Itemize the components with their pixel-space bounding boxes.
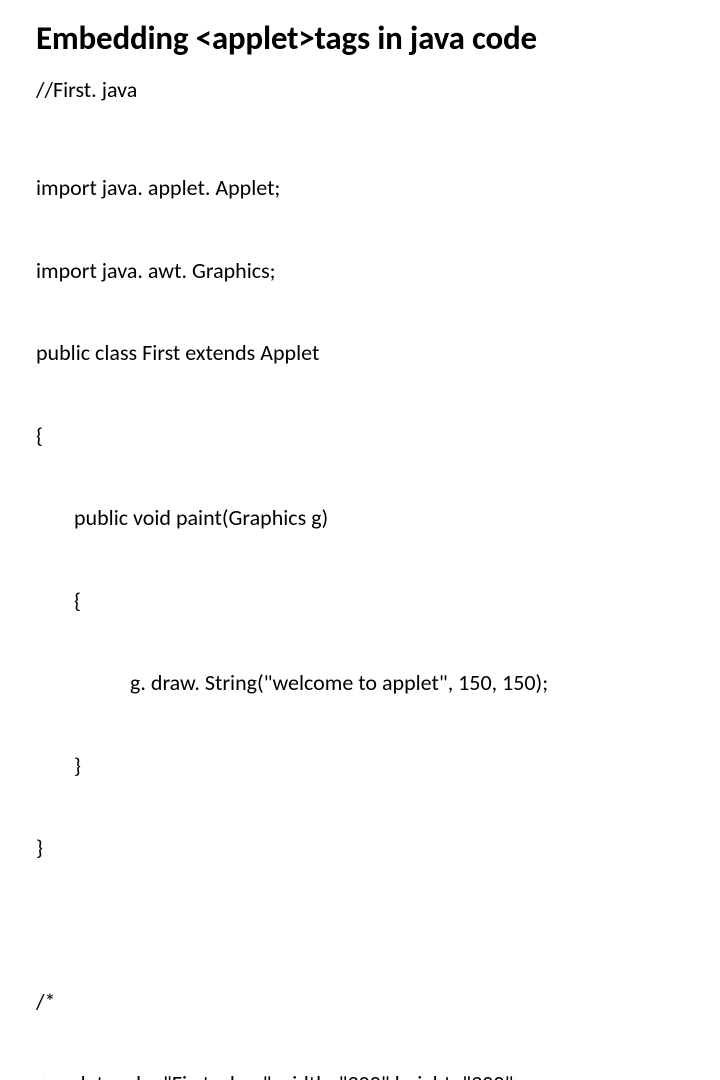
slide: Embedding <applet>tags in java code //Fi… [0,0,720,540]
code-line: { [36,422,684,450]
filename-comment: //First. java [36,76,684,103]
code-line: } [36,834,684,862]
code-block-applet-tag: /* <applet code="First. class" width="30… [36,933,684,1080]
code-line: import java. applet. Applet; [36,174,684,202]
code-line: import java. awt. Graphics; [36,257,684,285]
code-line: { [36,587,684,615]
code-line: } [36,752,684,780]
code-line: public void paint(Graphics g) [36,504,684,532]
code-line: g. draw. String("welcome to applet", 150… [36,669,684,697]
code-line: <applet code="First. class" width="300" … [36,1070,684,1080]
code-line: /* [36,988,684,1016]
code-block-main: import java. applet. Applet; import java… [36,119,684,917]
code-line: public class First extends Applet [36,339,684,367]
slide-title: Embedding <applet>tags in java code [36,18,684,58]
